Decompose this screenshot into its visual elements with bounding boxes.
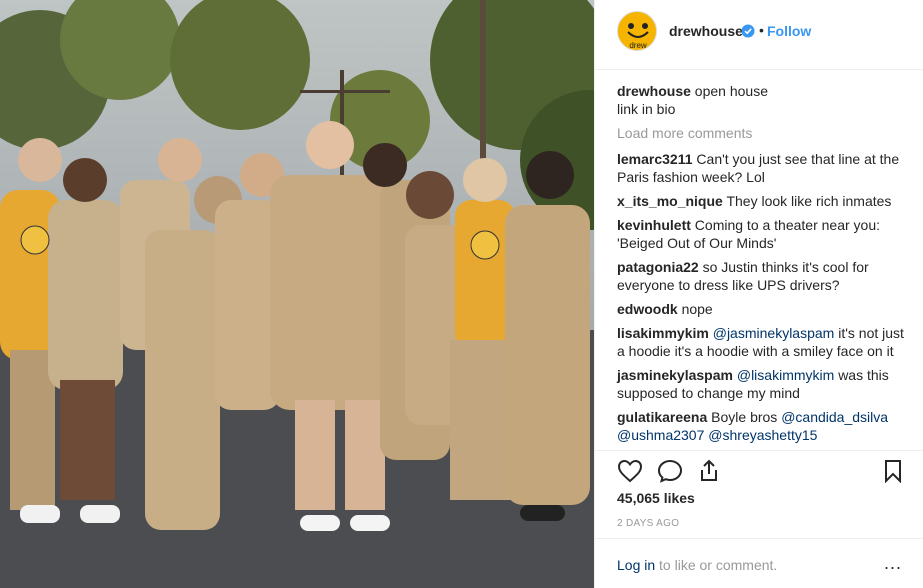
comment-item: lisakimmykim @jasminekylaspam it's not j… — [617, 324, 907, 360]
group-photo-illustration — [0, 0, 594, 588]
comment-username[interactable]: edwoodk — [617, 301, 678, 317]
header-username[interactable]: drewhouse — [669, 23, 743, 39]
post-footer: Log in to like or comment. ... — [595, 538, 923, 588]
heart-icon[interactable] — [617, 459, 643, 483]
comment-username[interactable]: patagonia22 — [617, 259, 699, 275]
comment-mention[interactable]: @lisakimmykim — [737, 367, 834, 383]
comment-username[interactable]: gulatikareena — [617, 409, 707, 425]
post-photo[interactable] — [0, 0, 594, 588]
login-rest: to like or comment. — [659, 557, 778, 573]
likes-count[interactable]: 45,065 likes — [617, 490, 695, 506]
comment-item: jasminekylaspam @lisakimmykim was this s… — [617, 366, 907, 402]
login-prompt: Log in to like or comment. — [617, 557, 777, 573]
caption: drewhouse open house link in bio — [617, 82, 907, 118]
more-options-icon[interactable]: ... — [884, 553, 902, 574]
comment-username[interactable]: x_its_mo_nique — [617, 193, 723, 209]
load-more-comments[interactable]: Load more comments — [617, 124, 907, 142]
comment-mention[interactable]: @ushma2307 — [617, 427, 704, 443]
bookmark-icon[interactable] — [882, 459, 904, 483]
share-icon[interactable] — [697, 459, 721, 483]
comment-username[interactable]: lemarc3211 — [617, 151, 693, 167]
caption-line2: link in bio — [617, 101, 676, 117]
comment-item: gulatikareena Boyle bros @candida_dsilva… — [617, 408, 907, 444]
comment-bubble-icon[interactable] — [657, 459, 683, 483]
post-header: drew drewhouse • Follow — [595, 0, 923, 70]
comment-text: nope — [681, 301, 713, 317]
comment-mention[interactable]: @candida_dsilva — [781, 409, 888, 425]
avatar-smiley-icon: drew — [627, 23, 649, 50]
post-side-panel: drew drewhouse • Follow drewhouse open h… — [594, 0, 923, 588]
follow-button[interactable]: Follow — [767, 23, 811, 39]
comment-item: x_its_mo_nique They look like rich inmat… — [617, 192, 907, 210]
comment-mention[interactable]: @jasminekylaspam — [713, 325, 835, 341]
comment-mention[interactable]: @shreyashetty15 — [708, 427, 817, 443]
comment-username[interactable]: lisakimmykim — [617, 325, 709, 341]
avatar-text: drew — [629, 41, 647, 50]
caption-username[interactable]: drewhouse — [617, 83, 691, 99]
comments-list: drewhouse open house link in bio Load mo… — [617, 82, 907, 450]
caption-line1: open house — [694, 83, 768, 99]
comment-username[interactable]: kevinhulett — [617, 217, 691, 233]
post-actions — [595, 450, 923, 487]
comment-text: They look like rich inmates — [726, 193, 892, 209]
verified-badge-icon — [741, 24, 755, 38]
comment-item: patagonia22 so Justin thinks it's cool f… — [617, 258, 907, 294]
login-link[interactable]: Log in — [617, 557, 655, 573]
comment-username[interactable]: jasminekylaspam — [617, 367, 733, 383]
comment-item: kevinhulett Coming to a theater near you… — [617, 216, 907, 252]
comment-text: Boyle bros — [711, 409, 778, 425]
comment-item: edwoodk nope — [617, 300, 907, 318]
header-dot: • — [759, 22, 764, 38]
avatar[interactable]: drew — [617, 11, 657, 51]
post-time: 2 DAYS AGO — [617, 518, 680, 529]
comment-item: lemarc3211 Can't you just see that line … — [617, 150, 907, 186]
